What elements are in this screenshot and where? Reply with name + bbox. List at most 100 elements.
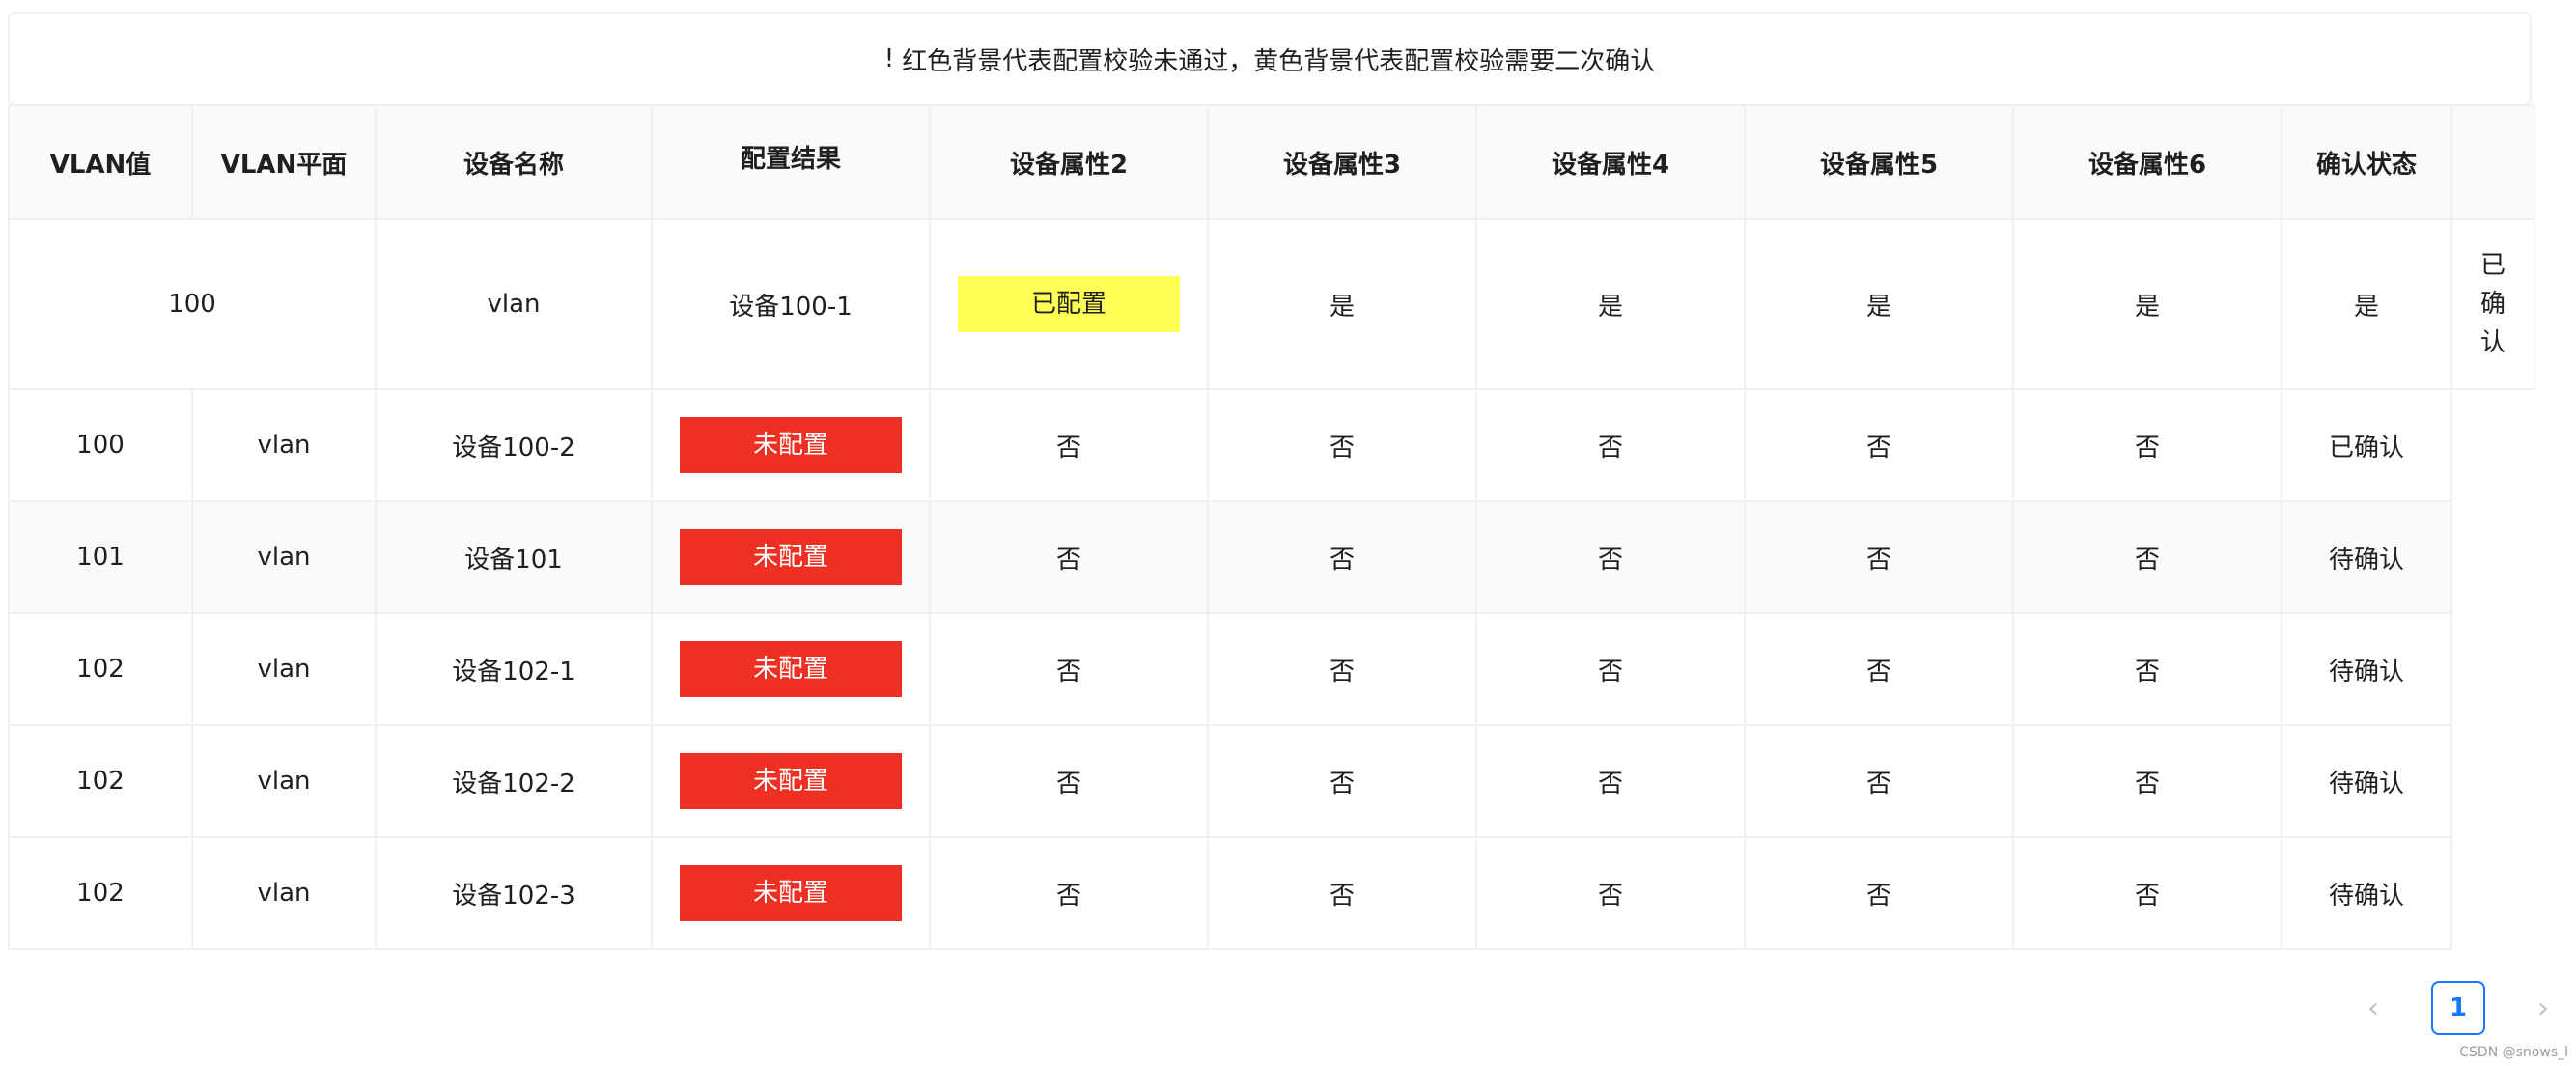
cell-result: 未配置 xyxy=(651,500,931,614)
cell-device: 设备101 xyxy=(375,500,653,614)
next-page-icon[interactable]: › xyxy=(2516,981,2570,1035)
cell-attr2: 否 xyxy=(929,500,1209,614)
cell-plane: vlan xyxy=(191,388,377,502)
cell-attr3: 否 xyxy=(1207,612,1477,726)
cell-attr4: 否 xyxy=(1475,836,1746,950)
row-spacer xyxy=(2451,389,2534,501)
status-char-2: 确 xyxy=(2479,290,2506,319)
cell-status: 待确认 xyxy=(2281,500,2452,614)
cell-attr2: 否 xyxy=(929,836,1209,950)
cell-result: 未配置 xyxy=(651,836,931,950)
cell-attr4: 否 xyxy=(1475,388,1746,502)
cell-status: 待确认 xyxy=(2281,612,2452,726)
row-spacer xyxy=(2451,501,2534,613)
cell-plane: vlan xyxy=(375,218,653,390)
column-header-attr2[interactable]: 设备属性2 xyxy=(929,104,1209,220)
table-row: 100 vlan 设备100-2 未配置 否 否 否 否 否 已确认 xyxy=(8,388,2534,502)
cell-device: 设备102-2 xyxy=(375,724,653,838)
cell-vlan: 100 xyxy=(8,218,377,390)
cell-attr5: 否 xyxy=(1744,500,2014,614)
cell-attr6: 否 xyxy=(2012,836,2282,950)
unconfigured-tag: 未配置 xyxy=(680,417,902,473)
unconfigured-tag: 未配置 xyxy=(680,865,902,921)
cell-attr2: 否 xyxy=(929,724,1209,838)
column-header-status[interactable]: 确认状态 xyxy=(2281,104,2452,220)
table-row: 102 vlan 设备102-1 未配置 否 否 否 否 否 待确认 xyxy=(8,612,2534,726)
cell-result: 未配置 xyxy=(651,612,931,726)
cell-attr3: 是 xyxy=(1475,218,1746,390)
cell-vlan: 101 xyxy=(8,500,193,614)
cell-result: 已配置 xyxy=(929,218,1209,390)
cell-status: 已确认 xyxy=(2281,388,2452,502)
cell-attr6: 否 xyxy=(2012,724,2282,838)
cell-plane: vlan xyxy=(191,836,377,950)
pagination: ‹ 1 › xyxy=(2346,981,2570,1035)
cell-status-overflow: 已 确 认 xyxy=(2450,218,2535,390)
cell-status: 待确认 xyxy=(2281,836,2452,950)
cell-plane: vlan xyxy=(191,500,377,614)
cell-device: 设备102-1 xyxy=(375,612,653,726)
cell-attr6: 否 xyxy=(2012,500,2282,614)
page: ! 红色背景代表配置校验未通过，黄色背景代表配置校验需要二次确认 VLAN值 V… xyxy=(0,0,2576,1066)
cell-attr6: 否 xyxy=(2012,388,2282,502)
table-row: 100 vlan 设备100-1 已配置 是 是 是 是 是 已 确 认 xyxy=(8,218,2535,390)
row-spacer xyxy=(2451,837,2534,949)
cell-attr5: 是 xyxy=(2012,218,2282,390)
table-header-row: VLAN值 VLAN平面 设备名称 配置结果 设备属性2 设备属性3 设备属性4… xyxy=(8,104,2535,220)
cell-attr4: 否 xyxy=(1475,500,1746,614)
cell-plane: vlan xyxy=(191,724,377,838)
cell-device: 设备100-2 xyxy=(375,388,653,502)
row-spacer xyxy=(2451,725,2534,837)
config-table: VLAN值 VLAN平面 设备名称 配置结果 设备属性2 设备属性3 设备属性4… xyxy=(8,104,2535,950)
cell-vlan: 100 xyxy=(8,388,193,502)
cell-result: 未配置 xyxy=(651,724,931,838)
cell-attr5: 否 xyxy=(1744,724,2014,838)
cell-attr5: 否 xyxy=(1744,388,2014,502)
cell-status: 待确认 xyxy=(2281,724,2452,838)
prev-page-icon[interactable]: ‹ xyxy=(2346,981,2400,1035)
column-header-attr6[interactable]: 设备属性6 xyxy=(2012,104,2282,220)
cell-attr6: 否 xyxy=(2012,612,2282,726)
cell-attr2: 是 xyxy=(1207,218,1477,390)
column-header-plane[interactable]: VLAN平面 xyxy=(191,104,377,220)
row-spacer xyxy=(2451,613,2534,725)
cell-attr3: 否 xyxy=(1207,388,1477,502)
cell-device: 设备100-1 xyxy=(651,218,931,390)
column-header-attr4[interactable]: 设备属性4 xyxy=(1475,104,1746,220)
column-header-attr3[interactable]: 设备属性3 xyxy=(1207,104,1477,220)
cell-plane: vlan xyxy=(191,612,377,726)
notice-text: 红色背景代表配置校验未通过，黄色背景代表配置校验需要二次确认 xyxy=(902,46,1656,76)
page-number-button[interactable]: 1 xyxy=(2431,981,2485,1035)
cell-attr4: 否 xyxy=(1475,724,1746,838)
column-header-result[interactable]: 配置结果 xyxy=(651,104,931,220)
cell-attr4: 是 xyxy=(1744,218,2014,390)
cell-attr4: 否 xyxy=(1475,612,1746,726)
status-char-3: 认 xyxy=(2479,328,2506,357)
column-header-attr5[interactable]: 设备属性5 xyxy=(1744,104,2014,220)
unconfigured-tag: 未配置 xyxy=(680,529,902,585)
cell-vlan: 102 xyxy=(8,836,193,950)
cell-attr5: 否 xyxy=(1744,612,2014,726)
column-header-device[interactable]: 设备名称 xyxy=(375,104,653,220)
cell-attr2: 否 xyxy=(929,388,1209,502)
configured-tag: 已配置 xyxy=(958,276,1180,332)
cell-result: 未配置 xyxy=(651,388,931,502)
watermark-text: CSDN @snows_l xyxy=(2459,1045,2568,1060)
cell-attr3: 否 xyxy=(1207,724,1477,838)
cell-attr6: 是 xyxy=(2281,218,2452,390)
status-char-1: 已 xyxy=(2479,251,2506,280)
header-spacer xyxy=(2450,104,2535,220)
notice-banner: ! 红色背景代表配置校验未通过，黄色背景代表配置校验需要二次确认 xyxy=(8,12,2532,106)
unconfigured-tag: 未配置 xyxy=(680,641,902,697)
cell-vlan: 102 xyxy=(8,612,193,726)
warning-icon: ! xyxy=(883,44,895,73)
table-row: 102 vlan 设备102-3 未配置 否 否 否 否 否 待确认 xyxy=(8,836,2534,950)
cell-device: 设备102-3 xyxy=(375,836,653,950)
cell-attr3: 否 xyxy=(1207,836,1477,950)
column-header-vlan[interactable]: VLAN值 xyxy=(8,104,193,220)
cell-vlan: 102 xyxy=(8,724,193,838)
cell-attr3: 否 xyxy=(1207,500,1477,614)
table-row: 102 vlan 设备102-2 未配置 否 否 否 否 否 待确认 xyxy=(8,724,2534,838)
unconfigured-tag: 未配置 xyxy=(680,753,902,809)
cell-attr5: 否 xyxy=(1744,836,2014,950)
